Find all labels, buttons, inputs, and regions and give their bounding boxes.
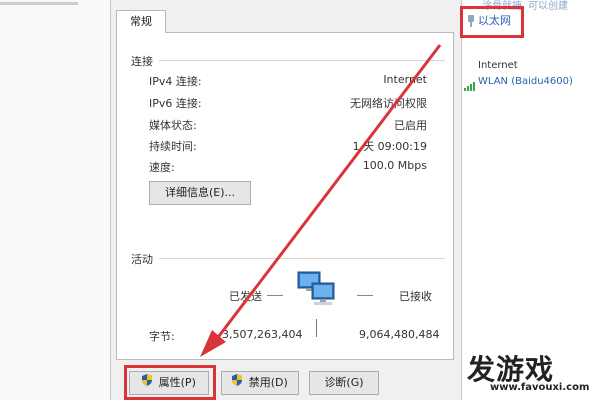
watermark-url: www.favouxi.com	[490, 382, 590, 393]
tab-general[interactable]: 常规	[116, 10, 166, 33]
red-arrow	[200, 44, 442, 357]
